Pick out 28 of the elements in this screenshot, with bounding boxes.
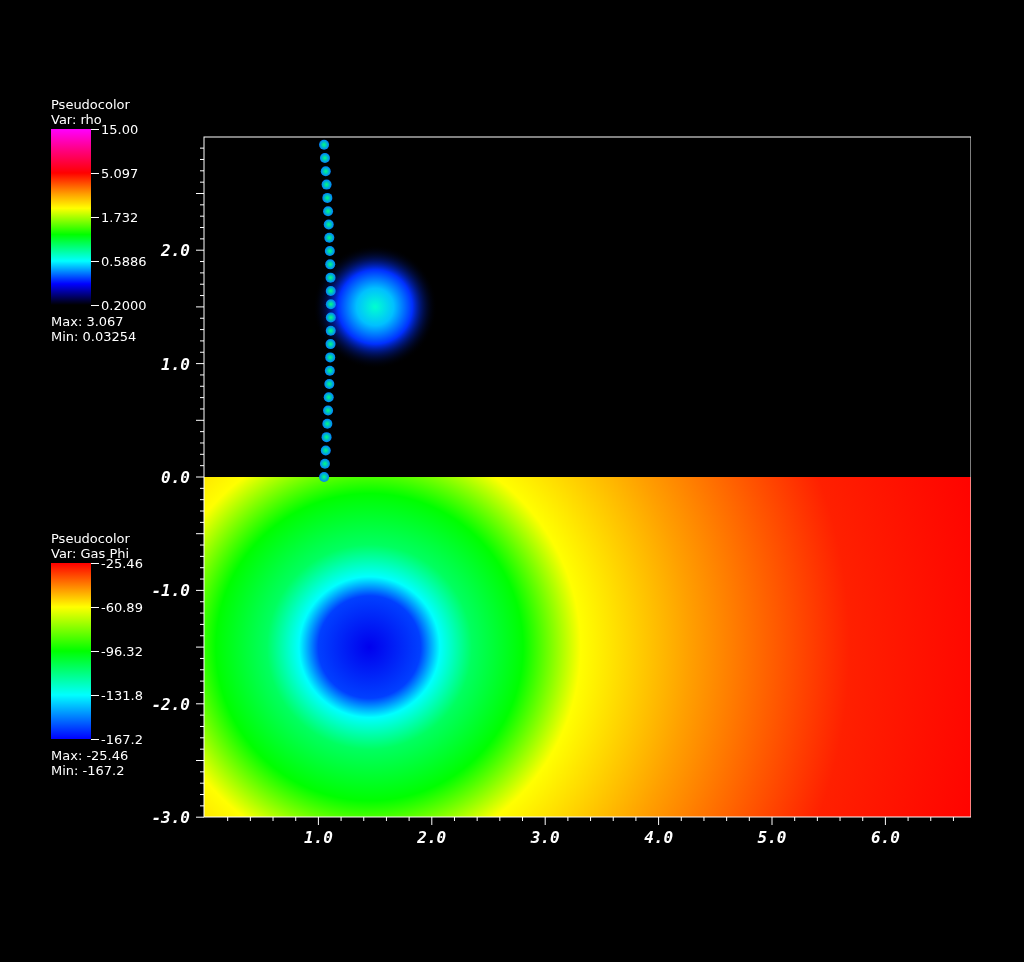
y-axis-label: 1.0 bbox=[161, 354, 190, 374]
legend-tick-label: -96.32 bbox=[101, 643, 143, 659]
legend-tick-label: -167.2 bbox=[101, 731, 143, 747]
legend-title: Pseudocolor bbox=[51, 97, 131, 112]
y-axis-label: -2.0 bbox=[151, 694, 190, 714]
legend-max: Max: 3.067 bbox=[51, 314, 125, 329]
y-axis-label: 0.0 bbox=[161, 467, 190, 487]
legend-tick-label: 5.097 bbox=[101, 165, 139, 181]
legend-title: Pseudocolor bbox=[51, 531, 131, 546]
legend-tick-label: 1.732 bbox=[101, 209, 139, 225]
x-axis-label: 4.0 bbox=[644, 828, 674, 847]
x-axis-label: 2.0 bbox=[417, 828, 447, 847]
legend-min: Min: -167.2 bbox=[51, 763, 126, 778]
legend-tick-label: 0.2000 bbox=[101, 297, 147, 313]
legend-tick-label: -131.8 bbox=[101, 687, 143, 703]
x-axis-label: 6.0 bbox=[870, 828, 900, 847]
y-axis-label: -1.0 bbox=[151, 580, 190, 600]
legend-tick-label: 15.00 bbox=[101, 121, 139, 137]
x-axis-label: 5.0 bbox=[757, 828, 787, 847]
legend-tick-label: -60.89 bbox=[101, 599, 143, 615]
legend-min: Min: 0.03254 bbox=[51, 329, 138, 344]
legend-max: Max: -25.46 bbox=[51, 748, 130, 763]
legend-tick-label: 0.5886 bbox=[101, 253, 147, 269]
x-axis-label: 3.0 bbox=[530, 828, 560, 847]
legend-variable: Var: rho bbox=[51, 112, 102, 127]
y-axis-label: -3.0 bbox=[151, 807, 190, 827]
y-axis-label: 2.0 bbox=[161, 240, 190, 260]
x-axis-label: 1.0 bbox=[303, 828, 333, 847]
